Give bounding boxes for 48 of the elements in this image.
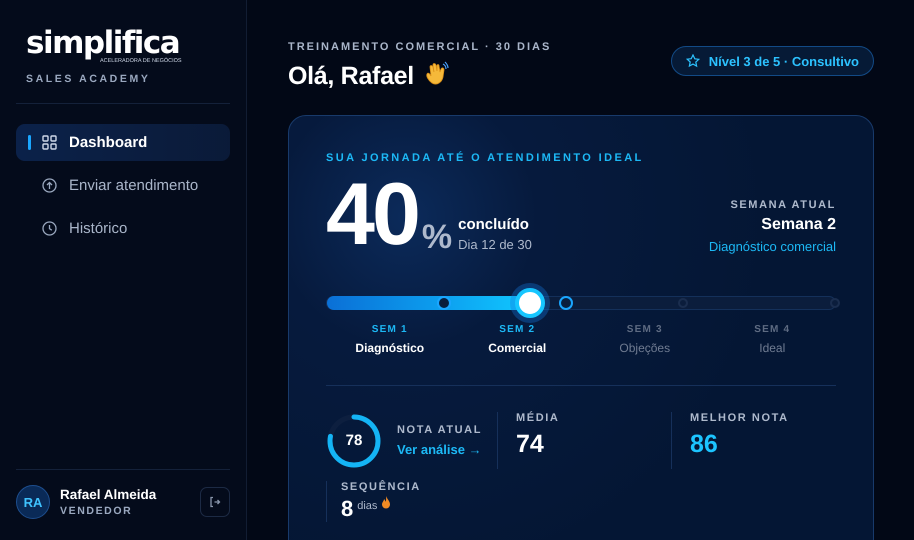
streak-unit: dias: [357, 500, 378, 512]
upload-icon: [42, 178, 57, 193]
analysis-link[interactable]: Ver análise →: [397, 442, 482, 457]
nav-item[interactable]: Dashboard: [16, 124, 230, 161]
logout-button[interactable]: [200, 487, 230, 517]
week-name: Ideal: [759, 341, 786, 355]
progress-thumb[interactable]: [515, 288, 546, 318]
week-name: Diagnóstico: [355, 341, 424, 355]
stat-label: MELHOR NOTA: [690, 412, 789, 424]
week-topic: Diagnóstico comercial: [708, 239, 836, 254]
week-code: SEM 4: [754, 324, 790, 335]
logout-icon: [209, 496, 221, 508]
current-week: Semana 2: [761, 216, 836, 234]
flame-icon: [381, 496, 392, 509]
streak-value: 8: [341, 496, 354, 522]
stat-value: 86: [690, 430, 718, 459]
week-code: SEM 3: [626, 324, 663, 335]
grid-icon: [42, 135, 57, 150]
milestone-dot: [438, 298, 449, 308]
streak-label: SEQUÊNCIA: [341, 481, 421, 493]
percent-sign: %: [422, 220, 452, 254]
week-code: SEM 1: [372, 324, 408, 335]
week-code: SEM 2: [499, 324, 536, 335]
user-role: VENDEDOR: [60, 505, 132, 517]
nav-item[interactable]: Enviar atendimento: [16, 167, 230, 204]
stat-value: 74: [516, 430, 544, 459]
avatar: RA: [16, 485, 50, 519]
user-name: Rafael Almeida: [60, 487, 156, 502]
score-value: 78: [346, 432, 362, 448]
logo: simplifica: [26, 28, 180, 58]
star-icon: [686, 54, 700, 68]
week-name: Comercial: [488, 341, 546, 355]
waving-hand-icon: [424, 61, 450, 87]
score-ring: [326, 412, 382, 468]
section-title: SUA JORNADA ATÉ O ATENDIMENTO IDEAL: [326, 152, 645, 164]
nav-item[interactable]: Histórico: [16, 210, 230, 247]
week-label: SEMANA ATUAL: [730, 199, 836, 211]
score-label: NOTA ATUAL: [397, 424, 482, 436]
stat-label: MÉDIA: [516, 412, 560, 424]
progress-status: concluído: [458, 216, 529, 233]
page-title: Olá, Rafael: [288, 62, 414, 91]
app-subtitle: SALES ACADEMY: [26, 73, 150, 85]
level-badge: Nível 3 de 5 · Consultivo: [670, 46, 874, 76]
clock-icon: [42, 221, 57, 236]
page-eyebrow: TREINAMENTO COMERCIAL · 30 DIAS: [288, 41, 552, 53]
progress-percent: 40: [326, 174, 418, 254]
week-name: Objeções: [619, 341, 670, 355]
day-counter: Dia 12 de 30: [458, 237, 532, 252]
